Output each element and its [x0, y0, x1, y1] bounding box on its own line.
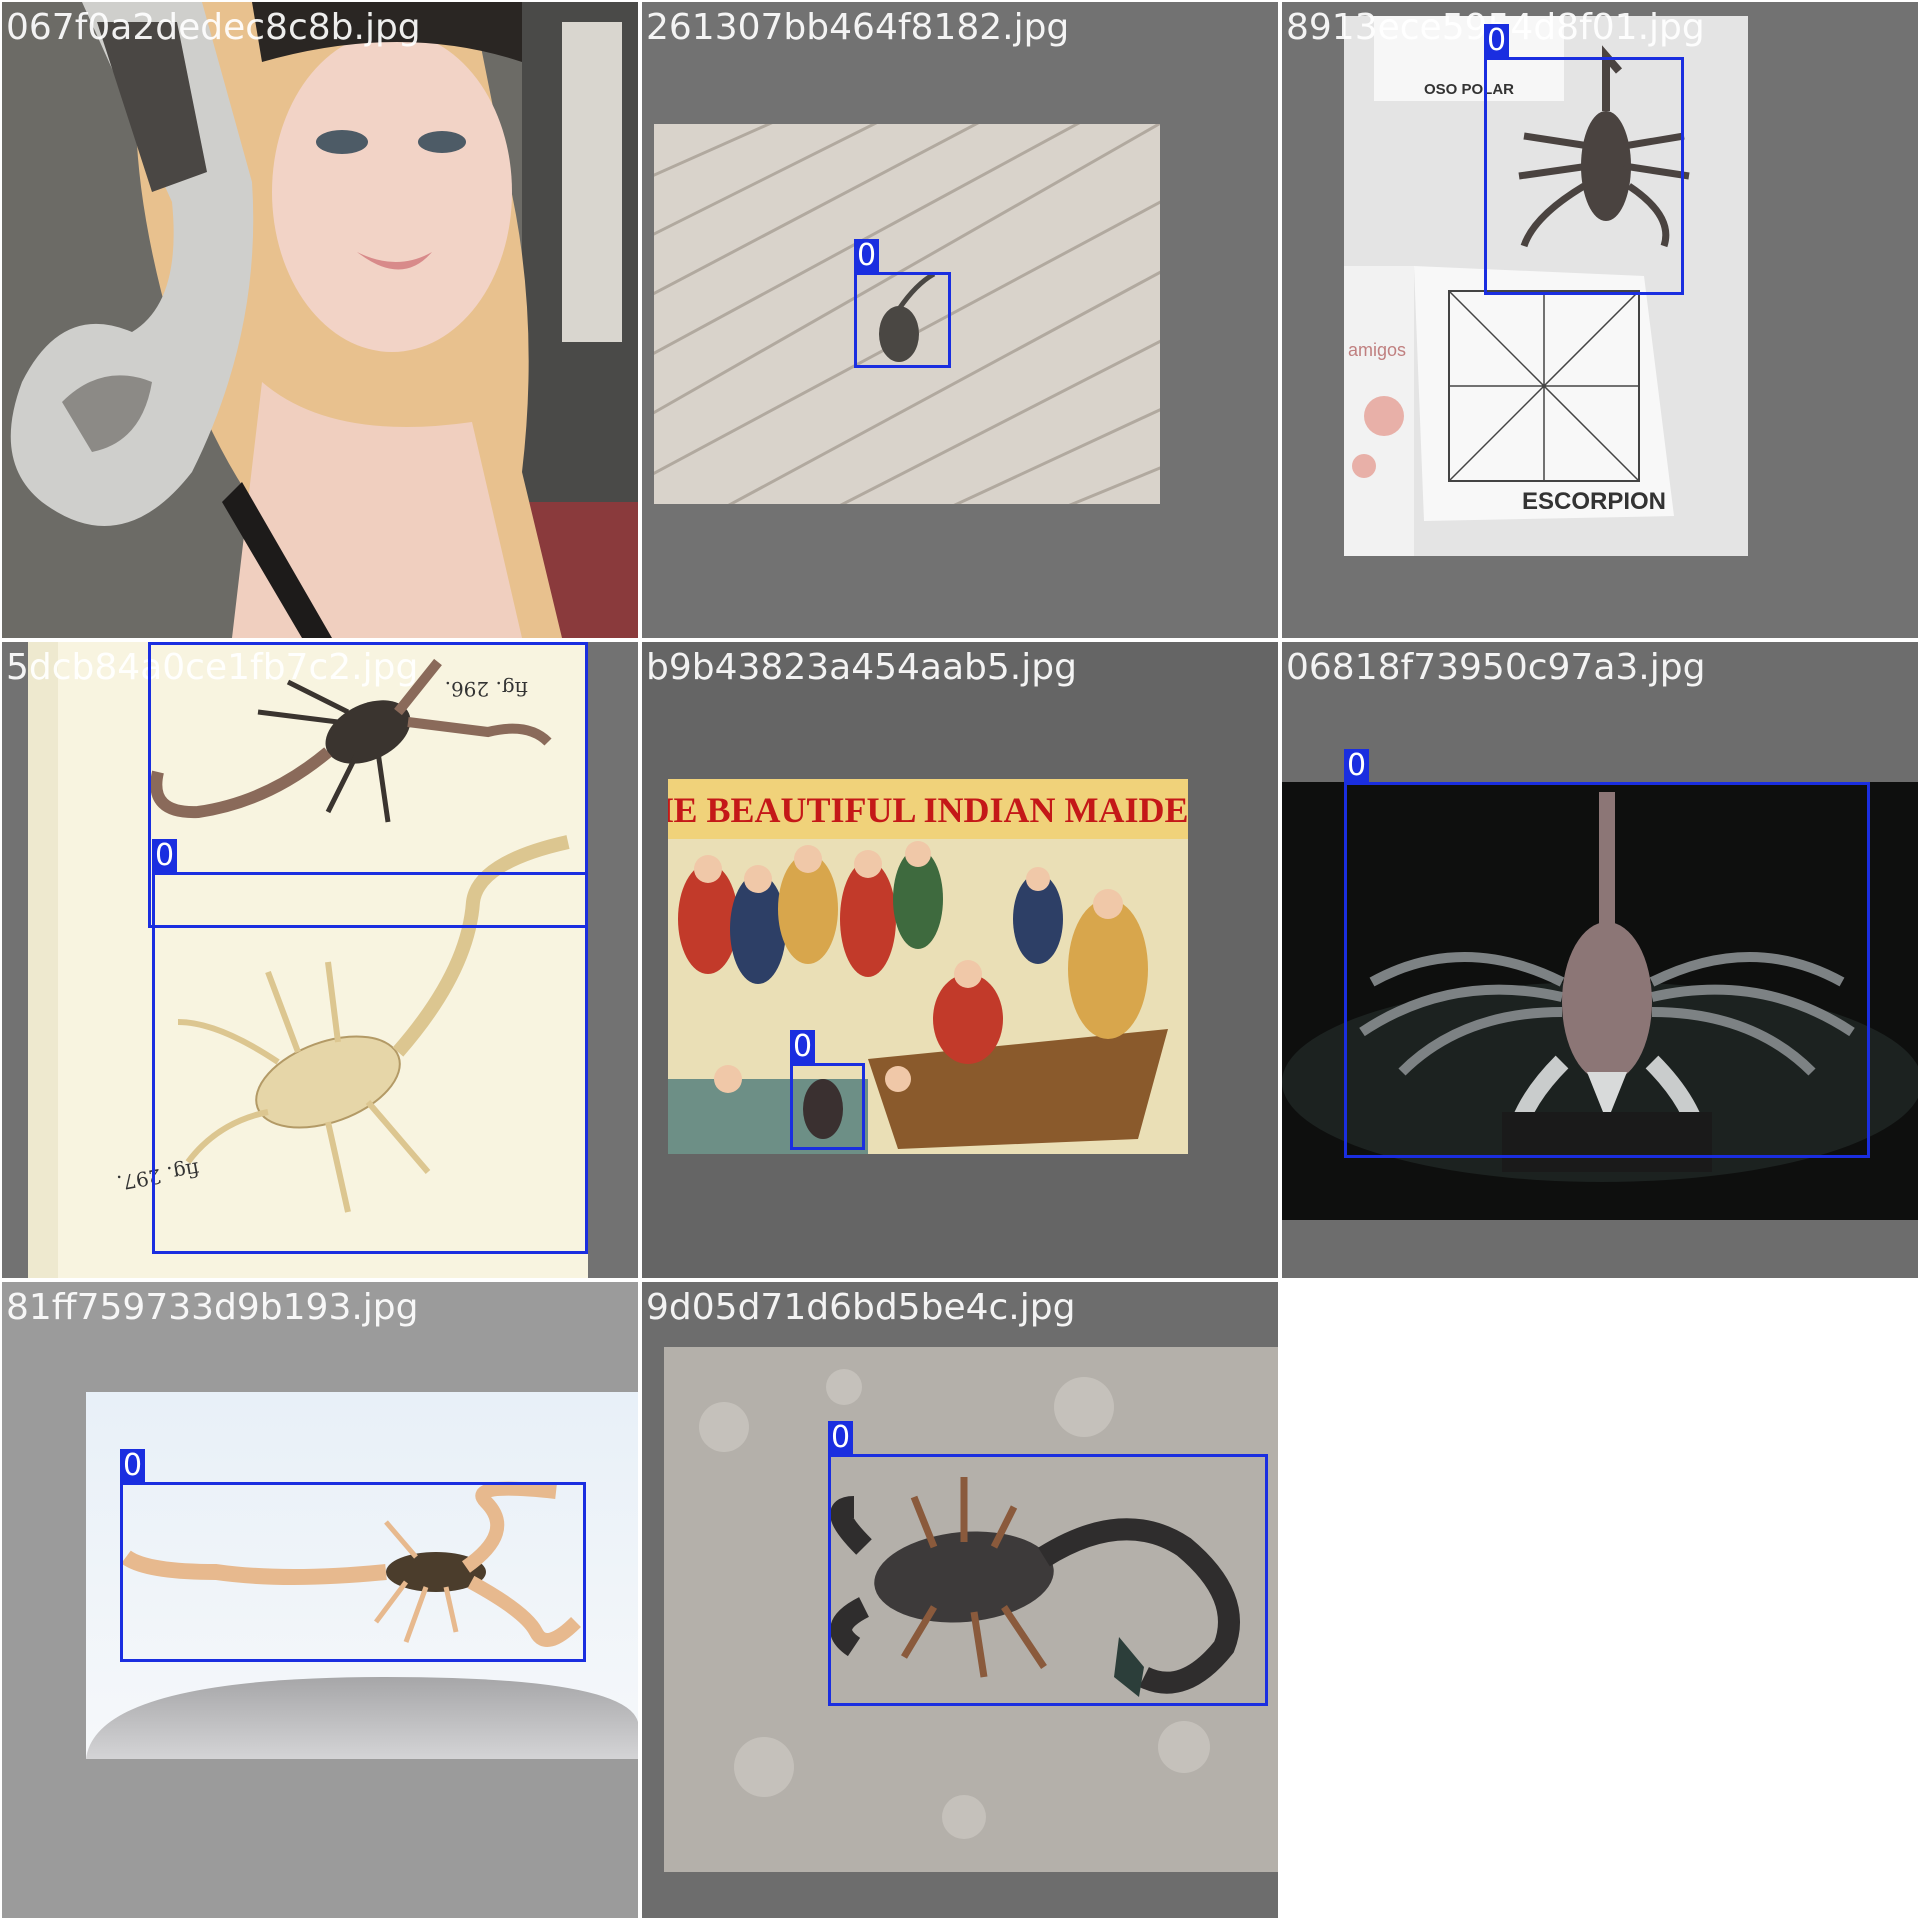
tile-6: 0 06818f73950c97a3.jpg: [1282, 642, 1918, 1278]
detection-box: 0: [120, 1449, 586, 1662]
tile-1: 067f0a2dedec8c8b.jpg: [2, 2, 638, 638]
class-label: 0: [790, 1030, 816, 1063]
card-title-escorpion: ESCORPION: [1522, 488, 1666, 515]
class-label: 0: [1344, 749, 1370, 782]
tile-filename: b9b43823a454aab5.jpg: [646, 647, 1077, 688]
empty-cell: [1282, 1282, 1918, 1918]
detection-box: 0: [152, 839, 588, 1254]
tile-2: 0 261307bb464f8182.jpg: [642, 2, 1278, 638]
class-label: 0: [152, 839, 178, 872]
tile-filename: 261307bb464f8182.jpg: [646, 7, 1070, 48]
tile-3: OSO POLAR amigos ESCORPION 0 8913ece5954…: [1282, 2, 1918, 638]
detection-box: 0: [1484, 24, 1684, 295]
detection-mosaic: 067f0a2dedec8c8b.jpg 0 261307bb464f8182.…: [0, 0, 1920, 1920]
photo-woman-with-hook: [2, 2, 638, 638]
class-label: 0: [1484, 24, 1510, 57]
tile-5: THE BEAUTIFUL INDIAN MAIDENS: [642, 642, 1278, 1278]
class-label: 0: [120, 1449, 146, 1482]
detection-box: 0: [790, 1030, 865, 1150]
detection-box: 0: [828, 1421, 1268, 1706]
tile-7: 0 81ff759733d9b193.jpg: [2, 1282, 638, 1918]
tile-4: fig. 296. fig. 297. 0 0 5dcb84a0ce1fb7c2…: [2, 642, 638, 1278]
tile-filename: 06818f73950c97a3.jpg: [1286, 647, 1706, 688]
detection-box: 0: [1344, 749, 1870, 1158]
detection-box: 0: [854, 239, 951, 368]
class-label: 0: [828, 1421, 854, 1454]
photo-poster: THE BEAUTIFUL INDIAN MAIDENS: [668, 779, 1188, 1154]
tile-filename: 81ff759733d9b193.jpg: [6, 1287, 419, 1328]
poster-title: THE BEAUTIFUL INDIAN MAIDENS: [668, 790, 1188, 830]
class-label: 0: [854, 239, 880, 272]
card-amigos-text: amigos: [1348, 340, 1406, 360]
tile-filename: 067f0a2dedec8c8b.jpg: [6, 7, 421, 48]
tile-8: 0 9d05d71d6bd5be4c.jpg: [642, 1282, 1278, 1918]
tile-filename: 9d05d71d6bd5be4c.jpg: [646, 1287, 1076, 1328]
